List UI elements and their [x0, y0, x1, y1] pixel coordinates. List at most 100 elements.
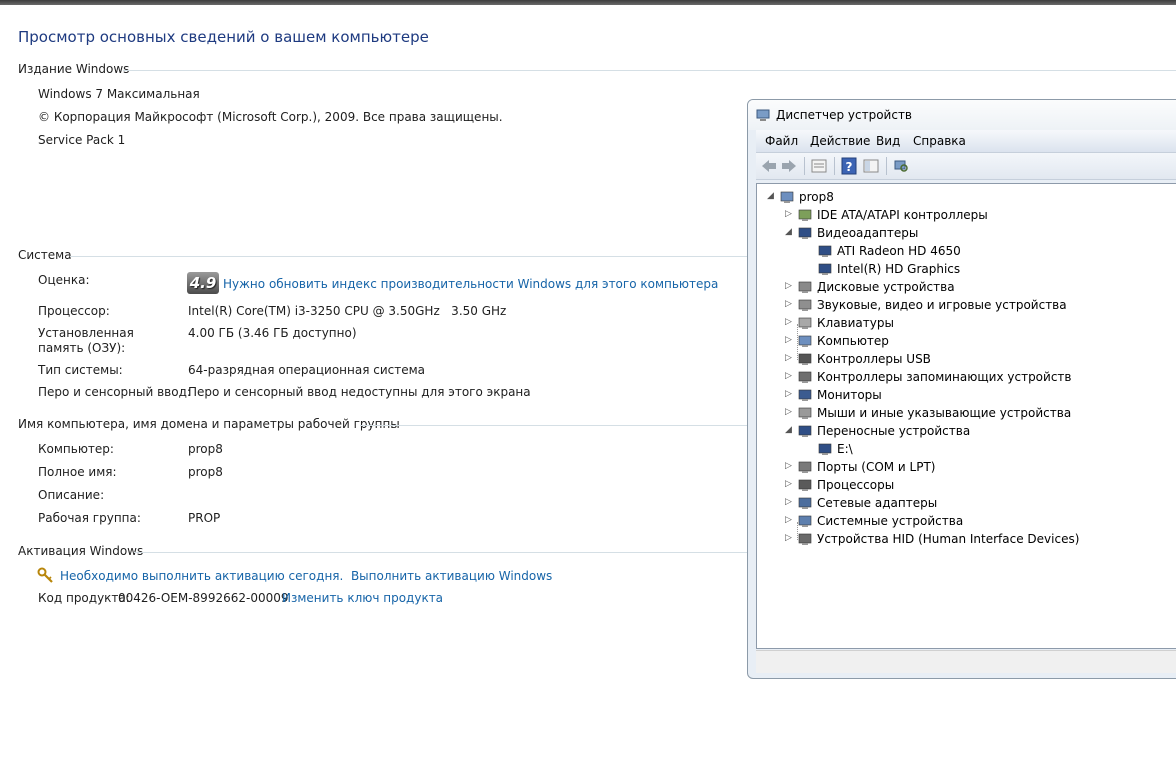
expand-arrow-icon[interactable]: ▷: [785, 209, 794, 221]
device-manager-icon: [756, 109, 770, 121]
device-manager-titlebar[interactable]: Диспетчер устройств: [748, 100, 1176, 130]
collapse-arrow-icon[interactable]: ◢: [767, 191, 776, 203]
help-icon[interactable]: ?: [840, 157, 858, 175]
menu-view[interactable]: Вид: [876, 134, 900, 148]
system-type-label: Тип системы:: [38, 363, 123, 377]
collapse-arrow-icon[interactable]: ◢: [785, 425, 794, 437]
display-adapter-icon: [798, 227, 812, 239]
tree-item-label: Процессоры: [817, 478, 895, 492]
collapse-arrow-icon[interactable]: ◢: [785, 227, 794, 239]
device-manager-window[interactable]: Диспетчер устройств Файл Действие Вид Сп…: [747, 99, 1176, 679]
sound-icon: [798, 299, 812, 311]
expand-arrow-icon[interactable]: ▷: [785, 353, 794, 365]
tree-item-label: Клавиатуры: [817, 316, 894, 330]
computer-icon: [780, 191, 794, 203]
display-adapter-icon: [818, 245, 832, 257]
expand-arrow-icon[interactable]: ▷: [785, 335, 794, 347]
rating-label: Оценка:: [38, 273, 90, 287]
pen-touch-label: Перо и сенсорный ввод:: [38, 385, 191, 399]
toolbar-separator: [886, 157, 887, 175]
mouse-icon: [798, 407, 812, 419]
computer-name-label: Компьютер:: [38, 442, 114, 456]
storage-controller-icon: [798, 371, 812, 383]
properties-icon[interactable]: [810, 157, 828, 175]
back-arrow-icon[interactable]: [760, 157, 778, 175]
tree-item-label: Сетевые адаптеры: [817, 496, 938, 510]
tree-item-label: Порты (COM и LPT): [817, 460, 936, 474]
computer-name-value: prop8: [188, 442, 223, 456]
device-manager-title: Диспетчер устройств: [776, 108, 913, 122]
tree-item-label: Переносные устройства: [817, 424, 971, 438]
tree-item-label: Устройства HID (Human Interface Devices): [817, 532, 1080, 546]
portable-device-icon: [798, 425, 812, 437]
expand-arrow-icon[interactable]: ▷: [785, 497, 794, 509]
system-type-value: 64-разрядная операционная система: [188, 363, 426, 377]
pen-touch-value: Перо и сенсорный ввод недоступны для это…: [188, 385, 531, 399]
service-pack: Service Pack 1: [38, 133, 126, 147]
portable-device-icon: [818, 443, 832, 455]
expand-arrow-icon[interactable]: ▷: [785, 299, 794, 311]
performance-index-badge[interactable]: 4.9: [187, 272, 219, 294]
computer-name-divider: [360, 425, 747, 426]
menu-action[interactable]: Действие: [810, 134, 870, 148]
expand-arrow-icon[interactable]: ▷: [785, 461, 794, 473]
port-icon: [798, 461, 812, 473]
system-heading: Система: [18, 248, 72, 262]
view-icon[interactable]: [862, 157, 880, 175]
page-title: Просмотр основных сведений о вашем компь…: [18, 28, 429, 46]
expand-arrow-icon[interactable]: ▷: [785, 371, 794, 383]
windows-edition: Windows 7 Максимальная: [38, 87, 200, 101]
toolbar-separator: [804, 157, 805, 175]
full-name-label: Полное имя:: [38, 465, 117, 479]
hid-icon: [798, 533, 812, 545]
tree-item-label: Контроллеры USB: [817, 352, 931, 366]
expand-arrow-icon[interactable]: ▷: [785, 389, 794, 401]
copyright-text: © Корпорация Майкрософт (Microsoft Corp.…: [38, 110, 503, 124]
key-icon: [37, 567, 53, 583]
edition-heading: Издание Windows: [18, 62, 130, 76]
change-product-key-link[interactable]: Изменить ключ продукта: [282, 591, 443, 605]
top-window-edge: [0, 0, 1176, 5]
expand-arrow-icon[interactable]: ▷: [785, 281, 794, 293]
scan-hardware-icon[interactable]: [892, 157, 910, 175]
expand-arrow-icon[interactable]: ▷: [785, 533, 794, 545]
status-bar: [756, 650, 1176, 673]
disk-drive-icon: [798, 281, 812, 293]
workgroup-label: Рабочая группа:: [38, 511, 141, 525]
system-divider: [70, 256, 747, 257]
tree-item-label: Контроллеры запоминающих устройств: [817, 370, 1072, 384]
tree-item-label: Мониторы: [817, 388, 882, 402]
product-key-value: 00426-OEM-8992662-00009: [118, 591, 289, 605]
tree-item-label: Звуковые, видео и игровые устройства: [817, 298, 1067, 312]
menu-help[interactable]: Справка: [913, 134, 966, 148]
tree-item-label: Видеоадаптеры: [817, 226, 919, 240]
expand-arrow-icon[interactable]: ▷: [785, 515, 794, 527]
computer-icon: [798, 335, 812, 347]
monitor-icon: [798, 389, 812, 401]
toolbar-separator: [834, 157, 835, 175]
tree-item-label: Системные устройства: [817, 514, 964, 528]
performance-index-link[interactable]: Нужно обновить индекс производительности…: [223, 277, 718, 291]
activate-windows-link[interactable]: Необходимо выполнить активацию сегодня. …: [60, 569, 552, 583]
device-manager-menubar: Файл Действие Вид Справка: [756, 130, 1176, 153]
expand-arrow-icon[interactable]: ▷: [785, 317, 794, 329]
menu-file[interactable]: Файл: [765, 134, 798, 148]
expand-arrow-icon[interactable]: ▷: [785, 407, 794, 419]
usb-icon: [798, 353, 812, 365]
svg-text:?: ?: [846, 160, 853, 174]
activation-divider: [134, 552, 747, 553]
full-name-value: prop8: [188, 465, 223, 479]
expand-arrow-icon[interactable]: ▷: [785, 479, 794, 491]
tree-item-label: Компьютер: [817, 334, 889, 348]
system-device-icon: [798, 515, 812, 527]
display-adapter-icon: [818, 263, 832, 275]
workgroup-value: PROP: [188, 511, 221, 525]
computer-name-heading: Имя компьютера, имя домена и параметры р…: [18, 417, 400, 431]
tree-item-label: IDE ATA/ATAPI контроллеры: [817, 208, 988, 222]
tree-item-label: Дисковые устройства: [817, 280, 955, 294]
forward-arrow-icon[interactable]: [780, 157, 798, 175]
ram-value: 4.00 ГБ (3.46 ГБ доступно): [188, 326, 357, 340]
tree-item-label: E:\: [837, 442, 853, 456]
tree-item-label: Intel(R) HD Graphics: [837, 262, 961, 276]
device-tree[interactable]: ◢ prop8 ▷ IDE ATA/ATAPI контроллеры ◢ Видеоад…: [756, 183, 1176, 649]
